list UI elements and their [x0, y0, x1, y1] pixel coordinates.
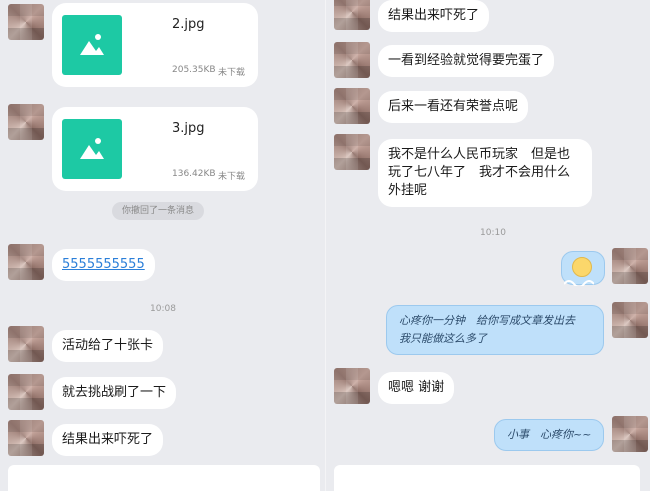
avatar[interactable]: [334, 368, 370, 404]
avatar[interactable]: [8, 104, 44, 140]
avatar[interactable]: [334, 42, 370, 78]
left-chat-pane: 2.jpg 205.35KB 未下载 3.jpg 136.42KB 未下载 你撤…: [0, 0, 325, 491]
right-chat-pane: 结果出来吓死了 一看到经验就觉得要完蛋了 后来一看还有荣誉点呢 我不是什么人民币…: [325, 0, 650, 491]
timestamp: 10:08: [150, 304, 176, 314]
message-bubble[interactable]: 后来一看还有荣誉点呢: [378, 91, 529, 123]
self-message-bubble[interactable]: 心疼你一分钟 给你写成文章发出去 我只能做这么多了: [386, 305, 604, 355]
message-bubble[interactable]: 一看到经验就觉得要完蛋了: [378, 45, 555, 77]
message-bubble[interactable]: 结果出来吓死了: [378, 0, 490, 32]
avatar[interactable]: [8, 244, 44, 280]
avatar[interactable]: [334, 0, 370, 30]
image-file-icon: [62, 119, 122, 179]
message-bubble[interactable]: 活动给了十张卡: [52, 330, 164, 362]
message-bubble[interactable]: 结果出来吓死了: [52, 424, 164, 456]
recall-notice: 你撤回了一条消息: [112, 202, 205, 220]
timestamp: 10:10: [480, 228, 506, 238]
message-bubble[interactable]: 嗯嗯 谢谢: [378, 372, 455, 404]
message-bubble[interactable]: 就去挑战刷了一下: [52, 377, 177, 409]
file-size: 205.35KB: [172, 65, 216, 75]
avatar[interactable]: [334, 88, 370, 124]
input-area[interactable]: [334, 465, 640, 491]
file-size: 136.42KB: [172, 169, 216, 179]
avatar[interactable]: [334, 134, 370, 170]
message-bubble[interactable]: 5555555555: [52, 249, 155, 281]
wave-decoration-icon: [564, 280, 594, 286]
self-message-bubble[interactable]: 小事 心疼你~~: [494, 419, 605, 451]
file-status: 未下载: [217, 68, 245, 78]
file-message-card[interactable]: 3.jpg 136.42KB 未下载: [52, 107, 258, 191]
file-name: 3.jpg: [172, 121, 205, 136]
avatar[interactable]: [612, 248, 648, 284]
file-name: 2.jpg: [172, 17, 205, 32]
file-message-card[interactable]: 2.jpg 205.35KB 未下载: [52, 3, 258, 87]
recall-notice-text: 你撤回了一条消息: [112, 202, 205, 220]
message-bubble[interactable]: 我不是什么人民币玩家 但是也玩了七八年了 我才不会用什么外挂呢: [378, 139, 592, 207]
avatar[interactable]: [612, 416, 648, 452]
link-message[interactable]: 5555555555: [62, 257, 145, 272]
emoji-message-bubble[interactable]: [561, 251, 605, 286]
neutral-face-emoji-icon: [572, 257, 592, 277]
input-area[interactable]: [8, 465, 320, 491]
avatar[interactable]: [8, 374, 44, 410]
avatar[interactable]: [612, 302, 648, 338]
image-file-icon: [62, 15, 122, 75]
avatar[interactable]: [8, 4, 44, 40]
file-status: 未下载: [217, 172, 245, 182]
avatar[interactable]: [8, 326, 44, 362]
avatar[interactable]: [8, 420, 44, 456]
